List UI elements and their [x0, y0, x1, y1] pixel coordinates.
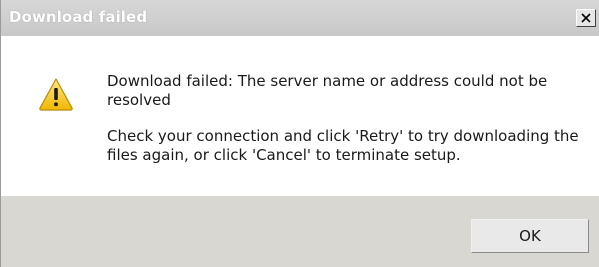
warning-icon: [39, 78, 73, 111]
download-failed-dialog: Download failed Download failed: The ser…: [0, 0, 599, 267]
button-bar: OK: [1, 196, 599, 267]
error-message: Download failed: The server name or addr…: [107, 72, 548, 109]
title-bar[interactable]: Download failed: [1, 0, 599, 36]
instruction-message: Check your connection and click 'Retry' …: [107, 127, 579, 164]
dialog-content: Download failed: The server name or addr…: [1, 36, 599, 196]
dialog-title: Download failed: [9, 8, 148, 26]
ok-button[interactable]: OK: [471, 219, 589, 253]
close-icon: [581, 13, 591, 23]
close-button[interactable]: [576, 9, 596, 27]
